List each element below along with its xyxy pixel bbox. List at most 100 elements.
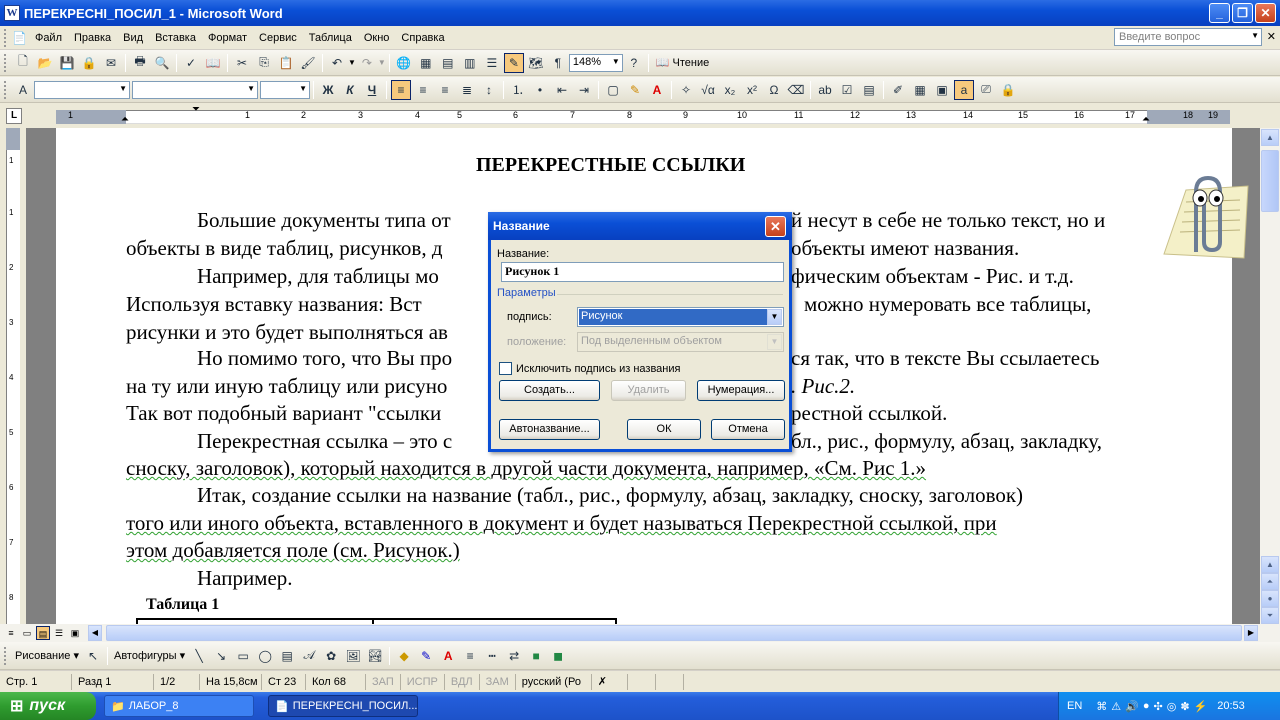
highlight-icon[interactable]: ✎ (625, 80, 645, 100)
increase-indent-icon[interactable]: ⇥ (574, 80, 594, 100)
drawing-toggle-icon[interactable]: ✎ (503, 52, 524, 73)
previous-page-button[interactable]: ⏶ (1261, 573, 1279, 590)
autocaption-button[interactable]: Автоназвание... (499, 419, 600, 440)
phonetic-icon[interactable]: ✧ (676, 80, 696, 100)
scroll-up-button[interactable]: ▲ (1261, 129, 1279, 146)
help-icon[interactable]: ? (624, 53, 644, 73)
bold-icon[interactable]: Ж (318, 80, 338, 100)
menu-help[interactable]: Справка (395, 32, 450, 44)
checkbox-field-icon[interactable]: ☑ (837, 80, 857, 100)
insert-table-icon[interactable]: ▤ (438, 53, 458, 73)
close-window-button[interactable]: ✕ (1255, 3, 1276, 23)
arrow-style-icon[interactable]: ⇄ (504, 646, 524, 666)
print-preview-icon[interactable]: 🔍 (152, 53, 172, 73)
document-map-icon[interactable]: 🗺 (526, 53, 546, 73)
shadow-icon[interactable]: ■ (526, 646, 546, 666)
drawing-menu-button[interactable]: Рисование ▾ (12, 649, 82, 662)
protect-form-icon[interactable]: 🔒 (998, 80, 1018, 100)
oval-icon[interactable]: ◯ (255, 646, 275, 666)
draw-table-icon[interactable]: ▦ (910, 80, 930, 100)
fill-color-icon[interactable]: ◆ (394, 646, 414, 666)
caption-label-select[interactable]: Рисунок ▼ (577, 307, 784, 327)
status-record[interactable]: ЗАП (366, 673, 401, 690)
tray-app-icon[interactable]: ● (1143, 700, 1150, 712)
cut-icon[interactable]: ✂ (232, 53, 252, 73)
help-search-input[interactable]: Введите вопрос ▼ (1114, 28, 1262, 46)
styles-icon[interactable]: A (13, 80, 33, 100)
permission-icon[interactable]: 🔒 (79, 53, 99, 73)
delete-label-button[interactable]: Удалить (611, 380, 686, 401)
menu-edit[interactable]: Правка (68, 32, 117, 44)
toolbar-grip[interactable] (4, 80, 8, 99)
show-hide-icon[interactable]: ¶ (548, 53, 568, 73)
eraser-icon[interactable]: ⌫ (786, 80, 806, 100)
scroll-thumb[interactable] (1261, 150, 1279, 212)
toolbar-grip[interactable] (4, 53, 8, 72)
dropdown-field-icon[interactable]: ▤ (859, 80, 879, 100)
normal-view-icon[interactable]: ≡ (4, 626, 18, 640)
new-document-icon[interactable]: 🗋 (13, 53, 33, 73)
format-painter-icon[interactable]: 🖌 (298, 53, 318, 73)
taskbar-item-word[interactable]: 📄 ПЕРЕКРЕСНІ_ПОСИЛ... (268, 695, 418, 717)
arrow-icon[interactable]: ↘ (211, 646, 231, 666)
tray-messenger-icon[interactable]: ✽ (1180, 700, 1189, 713)
status-language[interactable]: русский (Ро (516, 673, 592, 690)
email-icon[interactable]: ✉ (101, 53, 121, 73)
word-app-icon[interactable]: W (4, 5, 20, 21)
equation-icon[interactable]: √α (698, 80, 718, 100)
chevron-down-icon[interactable]: ▼ (247, 84, 255, 93)
menu-insert[interactable]: Вставка (149, 32, 202, 44)
menu-table[interactable]: Таблица (303, 32, 358, 44)
spelling-status-icon[interactable]: ✗ (592, 673, 628, 690)
position-select[interactable]: Под выделенным объектом ▼ (577, 332, 784, 352)
chevron-down-icon[interactable]: ▼ (299, 84, 307, 93)
field-shading-icon[interactable]: a (954, 79, 974, 100)
chevron-down-icon[interactable]: ▼ (119, 84, 127, 93)
next-page-button[interactable]: ⏷ (1261, 607, 1279, 624)
print-icon[interactable]: 🖶 (130, 53, 150, 73)
toolbar-grip[interactable] (4, 646, 8, 665)
bullets-icon[interactable]: • (530, 80, 550, 100)
line-spacing-icon[interactable]: ↕ (479, 80, 499, 100)
numbering-button[interactable]: Нумерация... (697, 380, 785, 401)
line-style-icon[interactable]: ≡ (460, 646, 480, 666)
language-indicator[interactable]: EN (1067, 700, 1082, 712)
tray-security-icon[interactable]: ⚠ (1111, 700, 1121, 713)
insert-excel-icon[interactable]: ▥ (460, 53, 480, 73)
scroll-right-button[interactable]: ▶ (1244, 625, 1258, 641)
chevron-down-icon[interactable]: ▼ (612, 57, 620, 66)
copy-icon[interactable]: ⎘ (254, 53, 274, 73)
undo-icon[interactable]: ↶ (327, 53, 347, 73)
line-icon[interactable]: ╲ (189, 646, 209, 666)
font-color-icon[interactable]: A (438, 646, 458, 666)
horizontal-scrollbar[interactable]: ≡ ▭ ▤ ☰ ▣ ◀ ▶ (0, 624, 1280, 642)
menu-window[interactable]: Окно (358, 32, 396, 44)
menu-tools[interactable]: Сервис (253, 32, 303, 44)
reading-view-icon[interactable]: ▣ (68, 626, 82, 640)
clipart-icon[interactable]: 🖼 (343, 646, 363, 666)
autoshapes-menu-button[interactable]: Автофигуры ▾ (111, 649, 188, 662)
textbox-icon[interactable]: ▤ (277, 646, 297, 666)
save-icon[interactable]: 💾 (57, 53, 77, 73)
wordart-icon[interactable]: 𝒜 (299, 646, 319, 666)
select-objects-icon[interactable]: ↖ (83, 646, 103, 666)
style-select[interactable]: ▼ (34, 80, 130, 99)
print-layout-icon[interactable]: ▤ (36, 626, 50, 640)
first-line-indent-marker[interactable]: ⏷ (192, 104, 200, 115)
symbol-icon[interactable]: Ω (764, 80, 784, 100)
start-button[interactable]: ⊞ пуск (0, 692, 96, 720)
align-right-icon[interactable]: ≡ (435, 80, 455, 100)
outline-view-icon[interactable]: ☰ (52, 626, 66, 640)
chevron-down-icon[interactable]: ▼ (767, 309, 782, 325)
superscript-icon[interactable]: x² (742, 80, 762, 100)
research-icon[interactable]: 📖 (203, 53, 223, 73)
picture-icon[interactable]: 🏞 (365, 646, 385, 666)
dialog-close-button[interactable]: ✕ (765, 216, 786, 237)
menu-format[interactable]: Формат (202, 32, 253, 44)
italic-icon[interactable]: К (340, 80, 360, 100)
tab-stop-selector[interactable]: L (6, 108, 22, 124)
font-select[interactable]: ▼ (132, 80, 258, 99)
tray-power-icon[interactable]: ⚡ (1194, 700, 1208, 713)
undo-dropdown-icon[interactable]: ▼ (348, 58, 356, 67)
diagram-icon[interactable]: ✿ (321, 646, 341, 666)
